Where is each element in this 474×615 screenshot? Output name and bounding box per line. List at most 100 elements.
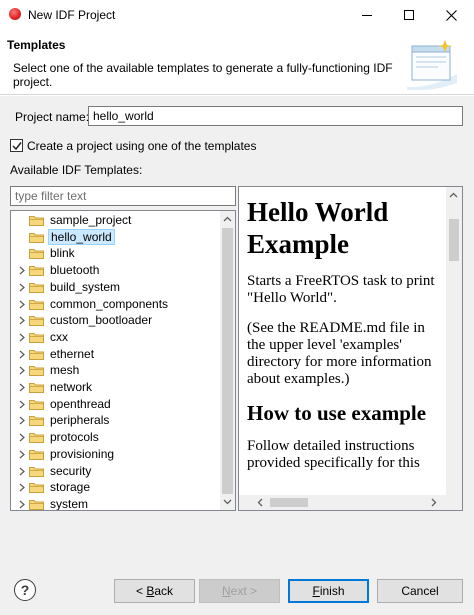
tree-vertical-scrollbar[interactable] xyxy=(220,211,235,510)
expand-chevron-icon[interactable] xyxy=(18,483,26,492)
close-button[interactable] xyxy=(430,0,472,30)
tree-item[interactable]: mesh xyxy=(11,362,220,379)
tree-item[interactable]: hello_world xyxy=(11,228,220,246)
folder-icon xyxy=(29,249,44,260)
folder-icon xyxy=(29,282,44,293)
expand-chevron-icon[interactable] xyxy=(18,416,26,425)
checkmark-icon xyxy=(12,142,22,151)
preview-subheading: How to use example xyxy=(247,401,427,425)
scroll-up-arrow-icon[interactable] xyxy=(449,191,458,200)
expand-chevron-icon[interactable] xyxy=(18,366,26,375)
expand-chevron-icon[interactable] xyxy=(18,467,26,476)
back-button-prefix: < xyxy=(135,584,147,598)
preview-paragraph: Starts a FreeRTOS task to print "Hello W… xyxy=(247,273,435,306)
cancel-button[interactable]: Cancel xyxy=(377,579,463,603)
tree-item-label: bluetooth xyxy=(50,263,100,278)
expand-chevron-icon[interactable] xyxy=(18,316,26,325)
scroll-up-arrow-icon[interactable] xyxy=(223,215,232,224)
page-title: Templates xyxy=(7,38,66,52)
back-button-mnemonic: B xyxy=(146,584,155,598)
folder-icon xyxy=(29,349,44,360)
tree-item-label: common_components xyxy=(50,296,169,311)
tree-item-label: blink xyxy=(50,246,75,261)
folder-icon xyxy=(29,416,44,427)
scroll-down-arrow-icon[interactable] xyxy=(223,497,232,506)
app-icon xyxy=(9,8,21,20)
finish-button-label: inish xyxy=(319,584,345,598)
folder-icon xyxy=(29,483,44,494)
tree-item[interactable]: cxx xyxy=(11,329,220,346)
minimize-icon xyxy=(362,14,372,16)
tree-item[interactable]: system xyxy=(11,496,220,511)
back-button[interactable]: < Back xyxy=(114,579,195,603)
preview-hscroll-thumb[interactable] xyxy=(270,498,308,507)
help-button[interactable]: ? xyxy=(14,579,36,601)
tree-item[interactable]: security xyxy=(11,463,220,480)
new-project-wizard-icon xyxy=(407,40,457,90)
tree-item-label: system xyxy=(50,496,89,511)
folder-icon xyxy=(29,216,44,226)
expand-chevron-icon[interactable] xyxy=(18,266,26,275)
preview-scroll-thumb[interactable] xyxy=(449,219,459,261)
folder-icon xyxy=(29,499,44,510)
expand-chevron-icon[interactable] xyxy=(18,333,26,342)
scroll-left-arrow-icon[interactable] xyxy=(256,498,265,507)
expand-chevron-icon[interactable] xyxy=(18,300,26,309)
tree-item[interactable]: provisioning xyxy=(11,446,220,463)
create-from-template-label[interactable]: Create a project using one of the templa… xyxy=(27,139,256,153)
next-button-label: ext > xyxy=(230,584,258,598)
tree-item-label: security xyxy=(50,463,92,478)
project-name-input[interactable] xyxy=(88,106,463,126)
scroll-right-arrow-icon[interactable] xyxy=(429,498,438,507)
page-description: Select one of the available templates to… xyxy=(13,61,393,89)
tree-item[interactable]: storage xyxy=(11,479,220,496)
folder-icon xyxy=(29,232,44,243)
tree-item[interactable]: blink xyxy=(11,245,220,262)
maximize-button[interactable] xyxy=(388,0,430,30)
tree-item[interactable]: peripherals xyxy=(11,412,220,429)
back-button-label: ack xyxy=(154,584,174,598)
tree-item[interactable]: bluetooth xyxy=(11,262,220,279)
tree-item[interactable]: protocols xyxy=(11,429,220,446)
available-templates-label: Available IDF Templates: xyxy=(10,163,143,177)
expand-chevron-icon[interactable] xyxy=(18,350,26,359)
tree-item-label: hello_world xyxy=(48,228,115,245)
next-button[interactable]: Next > xyxy=(199,579,280,603)
scrollbar-corner xyxy=(446,495,462,510)
template-tree[interactable]: sample_project hello_world blink bluetooth b… xyxy=(10,210,236,511)
tree-item[interactable]: openthread xyxy=(11,396,220,413)
tree-item-label: ethernet xyxy=(50,346,95,361)
tree-item-label: custom_bootloader xyxy=(50,313,153,328)
project-name-label: Project name: xyxy=(15,110,90,124)
expand-chevron-icon[interactable] xyxy=(18,400,26,409)
preview-horizontal-scrollbar[interactable] xyxy=(239,495,446,510)
tree-item-label: build_system xyxy=(50,279,121,294)
create-from-template-checkbox[interactable] xyxy=(10,139,23,152)
folder-icon xyxy=(29,366,44,377)
folder-icon xyxy=(29,449,44,460)
expand-chevron-icon[interactable] xyxy=(18,283,26,292)
tree-item-label: provisioning xyxy=(50,446,115,461)
tree-item-label: storage xyxy=(50,480,91,495)
minimize-button[interactable] xyxy=(346,0,388,30)
finish-button[interactable]: Finish xyxy=(288,579,369,603)
preview-vertical-scrollbar[interactable] xyxy=(446,187,462,495)
expand-chevron-icon[interactable] xyxy=(18,433,26,442)
tree-item[interactable]: network xyxy=(11,379,220,396)
expand-chevron-icon[interactable] xyxy=(18,450,26,459)
tree-item[interactable]: common_components xyxy=(11,296,220,313)
expand-chevron-icon[interactable] xyxy=(18,383,26,392)
folder-icon xyxy=(29,266,44,277)
folder-icon xyxy=(29,466,44,477)
tree-scroll-thumb[interactable] xyxy=(222,228,233,494)
expand-chevron-icon[interactable] xyxy=(18,500,26,509)
preview-content: Hello World Example Starts a FreeRTOS ta… xyxy=(247,187,442,472)
tree-item[interactable]: ethernet xyxy=(11,346,220,363)
tree-item[interactable]: sample_project xyxy=(11,212,220,229)
template-filter-input[interactable] xyxy=(10,186,236,206)
tree-item[interactable]: build_system xyxy=(11,279,220,296)
tree-item-label: network xyxy=(50,380,93,394)
next-button-mnemonic: N xyxy=(221,584,231,598)
tree-item[interactable]: custom_bootloader xyxy=(11,312,220,329)
template-preview-pane[interactable]: Hello World Example Starts a FreeRTOS ta… xyxy=(238,186,463,511)
